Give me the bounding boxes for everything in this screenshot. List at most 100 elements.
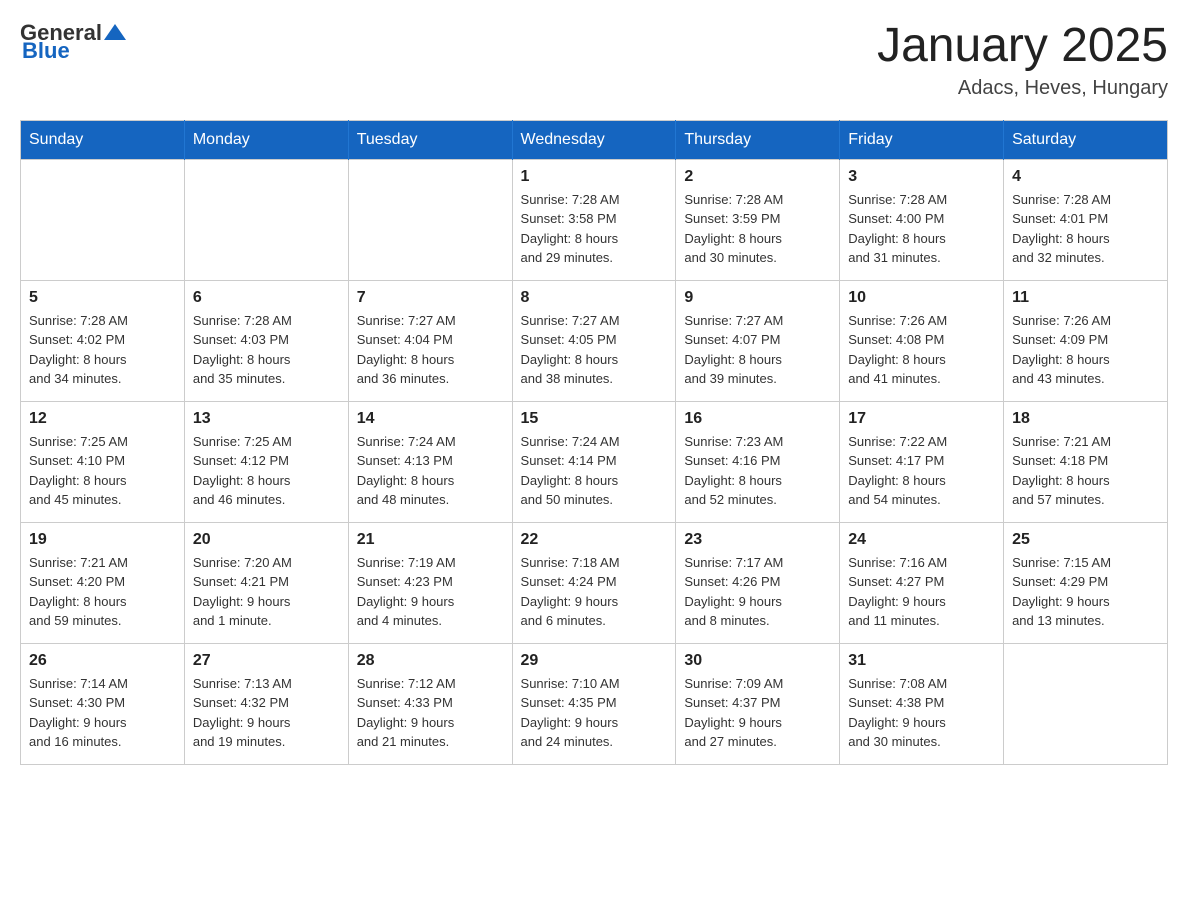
calendar-subtitle: Adacs, Heves, Hungary	[877, 77, 1168, 100]
day-number: 7	[357, 289, 504, 307]
calendar-week-row: 19 Sunrise: 7:21 AMSunset: 4:20 PMDayligh…	[21, 522, 1168, 643]
calendar-cell: 13Sunrise: 7:25 AMSunset: 4:12 PMDayligh…	[184, 401, 348, 522]
weekday-header-row: SundayMondayTuesdayWednesdayThursdayFrid…	[21, 120, 1168, 159]
calendar-cell: 8 Sunrise: 7:27 AMSunset: 4:05 PMDaylight…	[512, 280, 676, 401]
day-number: 18	[1012, 410, 1159, 428]
day-info: Sunrise: 7:23 AMSunset: 4:16 PMDaylight:…	[684, 432, 831, 510]
calendar-cell: 28 Sunrise: 7:12 AMSunset: 4:33 PMDayligh…	[348, 643, 512, 764]
calendar-cell: 30 Sunrise: 7:09 AMSunset: 4:37 PMDayligh…	[676, 643, 840, 764]
day-info: Sunrise: 7:22 AMSunset: 4:17 PMDaylight:…	[848, 432, 995, 510]
day-info: Sunrise: 7:13 AMSunset: 4:32 PMDaylight:…	[193, 674, 340, 752]
day-number: 8	[521, 289, 668, 307]
day-info: Sunrise: 7:08 AMSunset: 4:38 PMDaylight:…	[848, 674, 995, 752]
calendar-cell: 26 Sunrise: 7:14 AMSunset: 4:30 PMDayligh…	[21, 643, 185, 764]
weekday-header-friday: Friday	[840, 120, 1004, 159]
calendar-cell: 3 Sunrise: 7:28 AMSunset: 4:00 PMDaylight…	[840, 159, 1004, 280]
calendar-table: SundayMondayTuesdayWednesdayThursdayFrid…	[20, 120, 1168, 765]
day-number: 26	[29, 652, 176, 670]
calendar-week-row: 5 Sunrise: 7:28 AMSunset: 4:02 PMDaylight…	[21, 280, 1168, 401]
calendar-cell: 5 Sunrise: 7:28 AMSunset: 4:02 PMDaylight…	[21, 280, 185, 401]
day-number: 11	[1012, 289, 1159, 307]
day-info: Sunrise: 7:16 AMSunset: 4:27 PMDaylight:…	[848, 553, 995, 631]
logo-blue-text: Blue	[22, 38, 70, 64]
calendar-title: January 2025	[877, 20, 1168, 73]
day-number: 10	[848, 289, 995, 307]
day-number: 25	[1012, 531, 1159, 549]
calendar-cell: 27 Sunrise: 7:13 AMSunset: 4:32 PMDayligh…	[184, 643, 348, 764]
weekday-header-monday: Monday	[184, 120, 348, 159]
day-number: 2	[684, 168, 831, 186]
day-info: Sunrise: 7:19 AMSunset: 4:23 PMDaylight:…	[357, 553, 504, 631]
day-number: 15	[521, 410, 668, 428]
day-info: Sunrise: 7:09 AMSunset: 4:37 PMDaylight:…	[684, 674, 831, 752]
calendar-cell: 16 Sunrise: 7:23 AMSunset: 4:16 PMDayligh…	[676, 401, 840, 522]
day-info: Sunrise: 7:21 AMSunset: 4:20 PMDaylight:…	[29, 553, 176, 631]
calendar-cell: 12 Sunrise: 7:25 AMSunset: 4:10 PMDayligh…	[21, 401, 185, 522]
calendar-cell: 20Sunrise: 7:20 AMSunset: 4:21 PMDayligh…	[184, 522, 348, 643]
day-info: Sunrise: 7:12 AMSunset: 4:33 PMDaylight:…	[357, 674, 504, 752]
calendar-cell: 29Sunrise: 7:10 AMSunset: 4:35 PMDayligh…	[512, 643, 676, 764]
day-number: 24	[848, 531, 995, 549]
calendar-cell: 24 Sunrise: 7:16 AMSunset: 4:27 PMDayligh…	[840, 522, 1004, 643]
day-number: 21	[357, 531, 504, 549]
calendar-cell	[184, 159, 348, 280]
calendar-cell: 25Sunrise: 7:15 AMSunset: 4:29 PMDayligh…	[1004, 522, 1168, 643]
day-info: Sunrise: 7:28 AMSunset: 4:00 PMDaylight:…	[848, 190, 995, 268]
logo: General Blue	[20, 20, 126, 64]
calendar-week-row: 12 Sunrise: 7:25 AMSunset: 4:10 PMDayligh…	[21, 401, 1168, 522]
day-number: 4	[1012, 168, 1159, 186]
calendar-cell: 9Sunrise: 7:27 AMSunset: 4:07 PMDaylight…	[676, 280, 840, 401]
day-number: 27	[193, 652, 340, 670]
calendar-cell: 10 Sunrise: 7:26 AMSunset: 4:08 PMDayligh…	[840, 280, 1004, 401]
calendar-cell: 22 Sunrise: 7:18 AMSunset: 4:24 PMDayligh…	[512, 522, 676, 643]
day-info: Sunrise: 7:26 AMSunset: 4:08 PMDaylight:…	[848, 311, 995, 389]
day-info: Sunrise: 7:24 AMSunset: 4:14 PMDaylight:…	[521, 432, 668, 510]
calendar-week-row: 1 Sunrise: 7:28 AMSunset: 3:58 PMDaylight…	[21, 159, 1168, 280]
day-number: 30	[684, 652, 831, 670]
calendar-cell: 19 Sunrise: 7:21 AMSunset: 4:20 PMDayligh…	[21, 522, 185, 643]
day-number: 19	[29, 531, 176, 549]
day-number: 23	[684, 531, 831, 549]
calendar-cell: 11Sunrise: 7:26 AMSunset: 4:09 PMDayligh…	[1004, 280, 1168, 401]
day-number: 22	[521, 531, 668, 549]
day-info: Sunrise: 7:14 AMSunset: 4:30 PMDaylight:…	[29, 674, 176, 752]
day-info: Sunrise: 7:18 AMSunset: 4:24 PMDaylight:…	[521, 553, 668, 631]
day-number: 1	[521, 168, 668, 186]
day-info: Sunrise: 7:25 AMSunset: 4:10 PMDaylight:…	[29, 432, 176, 510]
day-number: 12	[29, 410, 176, 428]
day-number: 3	[848, 168, 995, 186]
calendar-cell: 6Sunrise: 7:28 AMSunset: 4:03 PMDaylight…	[184, 280, 348, 401]
day-info: Sunrise: 7:10 AMSunset: 4:35 PMDaylight:…	[521, 674, 668, 752]
calendar-cell	[348, 159, 512, 280]
day-info: Sunrise: 7:28 AMSunset: 4:02 PMDaylight:…	[29, 311, 176, 389]
calendar-cell: 1 Sunrise: 7:28 AMSunset: 3:58 PMDaylight…	[512, 159, 676, 280]
day-number: 28	[357, 652, 504, 670]
day-number: 9	[684, 289, 831, 307]
calendar-cell: 31 Sunrise: 7:08 AMSunset: 4:38 PMDayligh…	[840, 643, 1004, 764]
calendar-cell: 17Sunrise: 7:22 AMSunset: 4:17 PMDayligh…	[840, 401, 1004, 522]
day-number: 14	[357, 410, 504, 428]
day-info: Sunrise: 7:27 AMSunset: 4:05 PMDaylight:…	[521, 311, 668, 389]
day-info: Sunrise: 7:25 AMSunset: 4:12 PMDaylight:…	[193, 432, 340, 510]
day-info: Sunrise: 7:28 AMSunset: 3:59 PMDaylight:…	[684, 190, 831, 268]
calendar-header: SundayMondayTuesdayWednesdayThursdayFrid…	[21, 120, 1168, 159]
calendar-cell: 4 Sunrise: 7:28 AMSunset: 4:01 PMDaylight…	[1004, 159, 1168, 280]
weekday-header-sunday: Sunday	[21, 120, 185, 159]
calendar-cell	[1004, 643, 1168, 764]
day-number: 20	[193, 531, 340, 549]
calendar-cell: 21 Sunrise: 7:19 AMSunset: 4:23 PMDayligh…	[348, 522, 512, 643]
day-info: Sunrise: 7:27 AMSunset: 4:04 PMDaylight:…	[357, 311, 504, 389]
day-info: Sunrise: 7:28 AMSunset: 4:01 PMDaylight:…	[1012, 190, 1159, 268]
weekday-header-saturday: Saturday	[1004, 120, 1168, 159]
calendar-cell: 2 Sunrise: 7:28 AMSunset: 3:59 PMDaylight…	[676, 159, 840, 280]
weekday-header-tuesday: Tuesday	[348, 120, 512, 159]
day-number: 16	[684, 410, 831, 428]
calendar-cell: 7 Sunrise: 7:27 AMSunset: 4:04 PMDaylight…	[348, 280, 512, 401]
day-info: Sunrise: 7:24 AMSunset: 4:13 PMDaylight:…	[357, 432, 504, 510]
logo-triangle-icon	[104, 20, 126, 42]
day-number: 5	[29, 289, 176, 307]
day-info: Sunrise: 7:28 AMSunset: 3:58 PMDaylight:…	[521, 190, 668, 268]
weekday-header-wednesday: Wednesday	[512, 120, 676, 159]
calendar-cell: 18Sunrise: 7:21 AMSunset: 4:18 PMDayligh…	[1004, 401, 1168, 522]
day-number: 31	[848, 652, 995, 670]
